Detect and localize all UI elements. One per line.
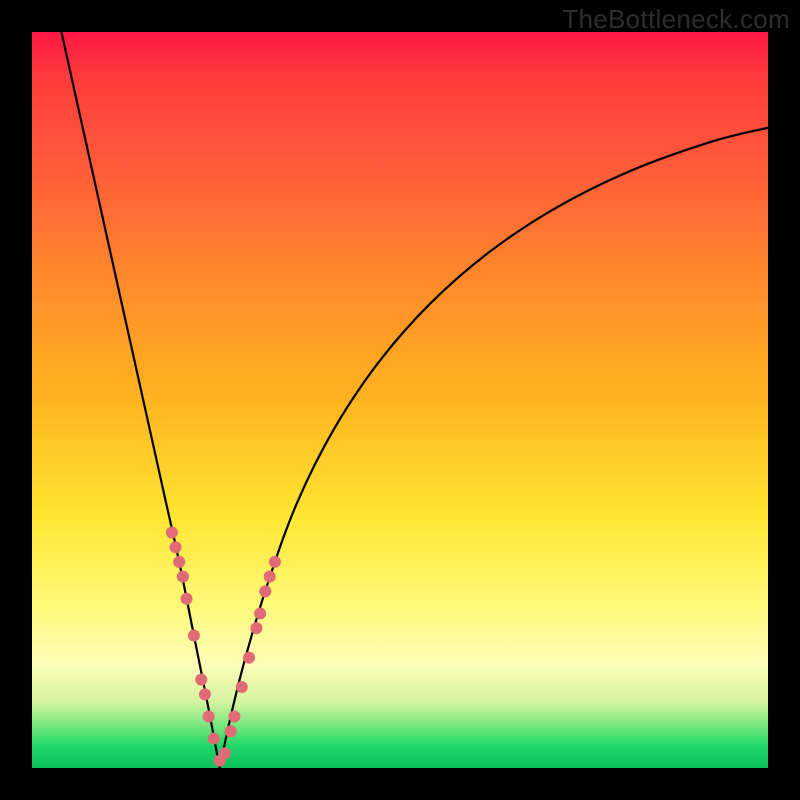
data-marker bbox=[173, 556, 185, 568]
data-marker bbox=[166, 526, 178, 538]
data-marker bbox=[254, 607, 266, 619]
data-marker bbox=[199, 688, 211, 700]
chart-frame: TheBottleneck.com bbox=[0, 0, 800, 800]
marker-group bbox=[166, 526, 281, 766]
curve-left-branch bbox=[61, 32, 219, 768]
chart-svg bbox=[32, 32, 768, 768]
data-marker bbox=[243, 652, 255, 664]
data-marker bbox=[195, 674, 207, 686]
data-marker bbox=[177, 571, 189, 583]
data-marker bbox=[250, 622, 262, 634]
data-marker bbox=[203, 710, 215, 722]
data-marker bbox=[219, 747, 231, 759]
data-marker bbox=[188, 630, 200, 642]
data-marker bbox=[269, 556, 281, 568]
data-marker bbox=[170, 541, 182, 553]
data-marker bbox=[225, 725, 237, 737]
curve-right-branch bbox=[220, 128, 768, 768]
data-marker bbox=[228, 710, 240, 722]
data-marker bbox=[236, 681, 248, 693]
data-marker bbox=[264, 571, 276, 583]
data-marker bbox=[259, 585, 271, 597]
plot-area bbox=[32, 32, 768, 768]
data-marker bbox=[181, 593, 193, 605]
watermark-text: TheBottleneck.com bbox=[562, 4, 790, 35]
data-marker bbox=[208, 733, 220, 745]
